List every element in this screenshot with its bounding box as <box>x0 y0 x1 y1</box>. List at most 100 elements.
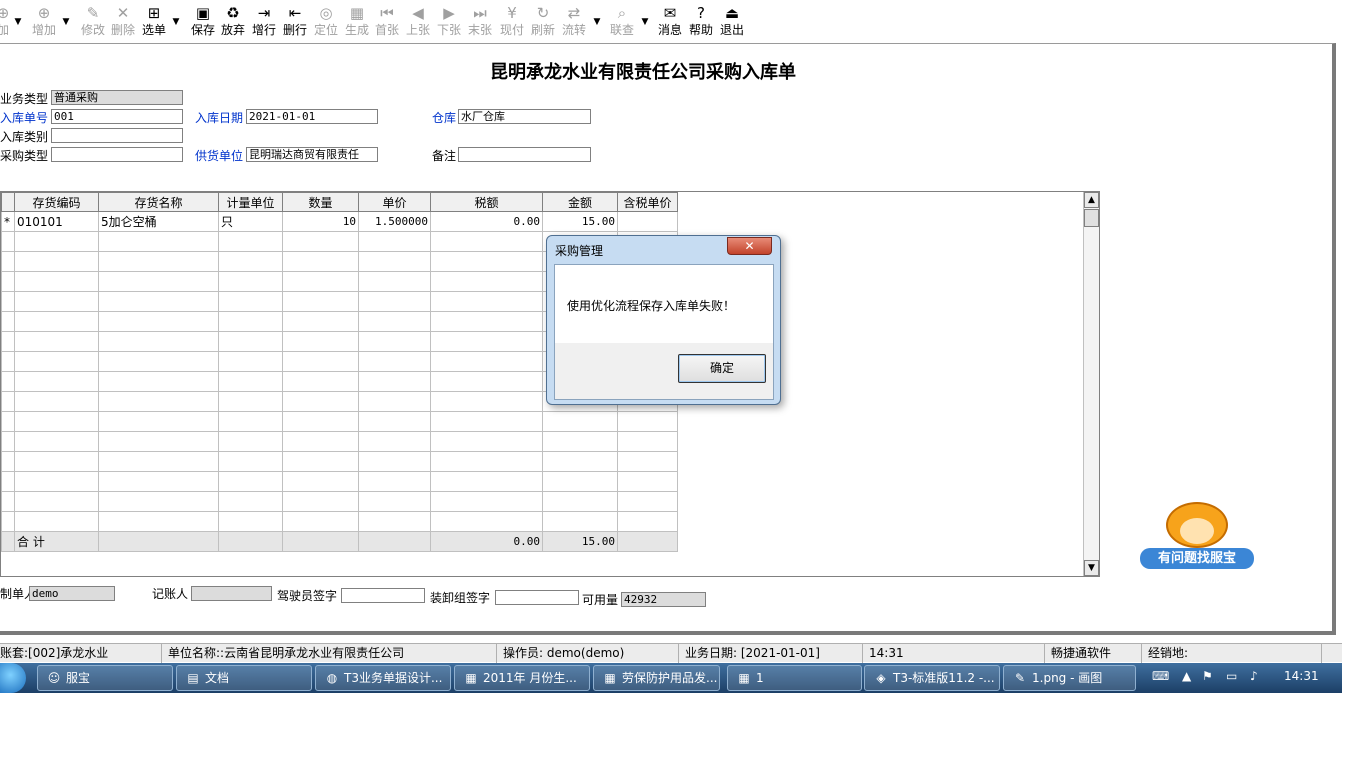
first-button[interactable]: ⏮ 首张 <box>372 3 402 41</box>
empty-cell[interactable] <box>358 291 431 312</box>
empty-cell[interactable] <box>14 291 99 312</box>
empty-cell[interactable] <box>218 451 283 472</box>
empty-cell[interactable] <box>1 411 15 432</box>
exit-button[interactable]: ⏏ 退出 <box>717 3 747 41</box>
empty-cell[interactable] <box>98 451 219 472</box>
empty-cell[interactable] <box>218 491 283 512</box>
empty-cell[interactable] <box>282 371 359 392</box>
empty-cell[interactable] <box>358 451 431 472</box>
locate-button[interactable]: ◎ 定位 <box>311 3 341 41</box>
empty-cell[interactable] <box>98 331 219 352</box>
empty-cell[interactable] <box>282 451 359 472</box>
maker-field[interactable]: demo <box>29 586 115 601</box>
empty-cell[interactable] <box>98 491 219 512</box>
empty-cell[interactable] <box>282 511 359 532</box>
column-header[interactable]: 单价 <box>358 192 431 212</box>
empty-cell[interactable] <box>430 511 543 532</box>
column-header[interactable]: 存货名称 <box>98 192 219 212</box>
empty-cell[interactable] <box>1 491 15 512</box>
last-button[interactable]: ⏭ 末张 <box>465 3 495 41</box>
empty-cell[interactable] <box>218 271 283 292</box>
empty-cell[interactable] <box>282 391 359 412</box>
empty-cell[interactable] <box>14 511 99 532</box>
empty-cell[interactable] <box>1 271 15 292</box>
empty-cell[interactable] <box>542 511 618 532</box>
flow-button[interactable]: ⇄ 流转 <box>559 3 589 41</box>
tray-expand-icon[interactable]: ▲ <box>1182 669 1191 683</box>
empty-cell[interactable] <box>218 511 283 532</box>
linked-query-button[interactable]: ⌕ 联查 <box>607 3 637 41</box>
empty-cell[interactable] <box>430 231 543 252</box>
empty-cell[interactable] <box>1 451 15 472</box>
empty-cell[interactable] <box>430 431 543 452</box>
taskbar-fubao[interactable]: ☺ 服宝 <box>37 665 173 691</box>
empty-cell[interactable] <box>430 271 543 292</box>
add-dropdown-icon[interactable]: ▼ <box>11 3 25 41</box>
empty-cell[interactable] <box>1 371 15 392</box>
empty-cell[interactable] <box>1 511 15 532</box>
empty-cell[interactable] <box>1 311 15 332</box>
previous-button[interactable]: ◀ 上张 <box>403 3 433 41</box>
receipt-no-field[interactable]: 001 <box>51 109 183 124</box>
taskbar-excel-protective[interactable]: ▦ 劳保防护用品发... <box>593 665 720 691</box>
empty-cell[interactable] <box>218 471 283 492</box>
scroll-down-icon[interactable]: ▼ <box>1084 560 1099 576</box>
refresh-button[interactable]: ↻ 刷新 <box>528 3 558 41</box>
empty-cell[interactable] <box>1 231 15 252</box>
close-icon[interactable]: ✕ <box>727 237 772 255</box>
start-button[interactable] <box>0 663 26 693</box>
empty-cell[interactable] <box>282 231 359 252</box>
table-row[interactable] <box>1 451 678 472</box>
empty-cell[interactable] <box>1 471 15 492</box>
empty-cell[interactable] <box>430 291 543 312</box>
cell-amount[interactable]: 15.00 <box>542 211 618 232</box>
empty-cell[interactable] <box>98 271 219 292</box>
empty-cell[interactable] <box>98 311 219 332</box>
empty-cell[interactable] <box>430 311 543 332</box>
empty-cell[interactable] <box>430 331 543 352</box>
bookkeeper-field[interactable] <box>191 586 272 601</box>
cell-code[interactable]: 010101 <box>14 211 99 232</box>
empty-cell[interactable] <box>430 471 543 492</box>
empty-cell[interactable] <box>542 491 618 512</box>
empty-cell[interactable] <box>14 431 99 452</box>
keyboard-icon[interactable]: ⌨ <box>1152 669 1169 683</box>
cell-price[interactable]: 1.500000 <box>358 211 431 232</box>
delete-row-button[interactable]: ⇤ 删行 <box>280 3 310 41</box>
table-row[interactable] <box>1 411 678 432</box>
empty-cell[interactable] <box>218 251 283 272</box>
taskbar-excel-monthly[interactable]: ▦ 2011年 月份生... <box>454 665 590 691</box>
purchase-type-field[interactable] <box>51 147 183 162</box>
empty-cell[interactable] <box>14 471 99 492</box>
empty-cell[interactable] <box>358 491 431 512</box>
empty-cell[interactable] <box>14 271 99 292</box>
empty-cell[interactable] <box>542 411 618 432</box>
table-row[interactable] <box>1 491 678 512</box>
empty-cell[interactable] <box>98 291 219 312</box>
empty-cell[interactable] <box>358 391 431 412</box>
empty-cell[interactable] <box>430 451 543 472</box>
warehouse-field[interactable]: 水厂仓库 <box>458 109 591 124</box>
supplier-field[interactable]: 昆明瑞达商贸有限责任 <box>246 147 378 162</box>
empty-cell[interactable] <box>98 391 219 412</box>
empty-cell[interactable] <box>617 411 678 432</box>
taskbar-t3-designer[interactable]: ◍ T3业务单据设计... <box>315 665 451 691</box>
table-row[interactable] <box>1 511 678 532</box>
empty-cell[interactable] <box>98 471 219 492</box>
table-row[interactable] <box>1 431 678 452</box>
empty-cell[interactable] <box>14 351 99 372</box>
empty-cell[interactable] <box>14 371 99 392</box>
empty-cell[interactable] <box>542 471 618 492</box>
empty-cell[interactable] <box>358 411 431 432</box>
empty-cell[interactable] <box>617 471 678 492</box>
empty-cell[interactable] <box>14 251 99 272</box>
clock[interactable]: 14:31 <box>1284 669 1319 683</box>
empty-cell[interactable] <box>98 431 219 452</box>
taskbar-excel-1[interactable]: ▦ 1 <box>727 665 862 691</box>
next-button[interactable]: ▶ 下张 <box>434 3 464 41</box>
empty-cell[interactable] <box>282 271 359 292</box>
cell-tax-price[interactable] <box>617 211 678 232</box>
empty-cell[interactable] <box>282 291 359 312</box>
column-header[interactable]: 含税单价 <box>617 192 678 212</box>
taskbar-t3-standard[interactable]: ◈ T3-标准版11.2 -... <box>864 665 1000 691</box>
